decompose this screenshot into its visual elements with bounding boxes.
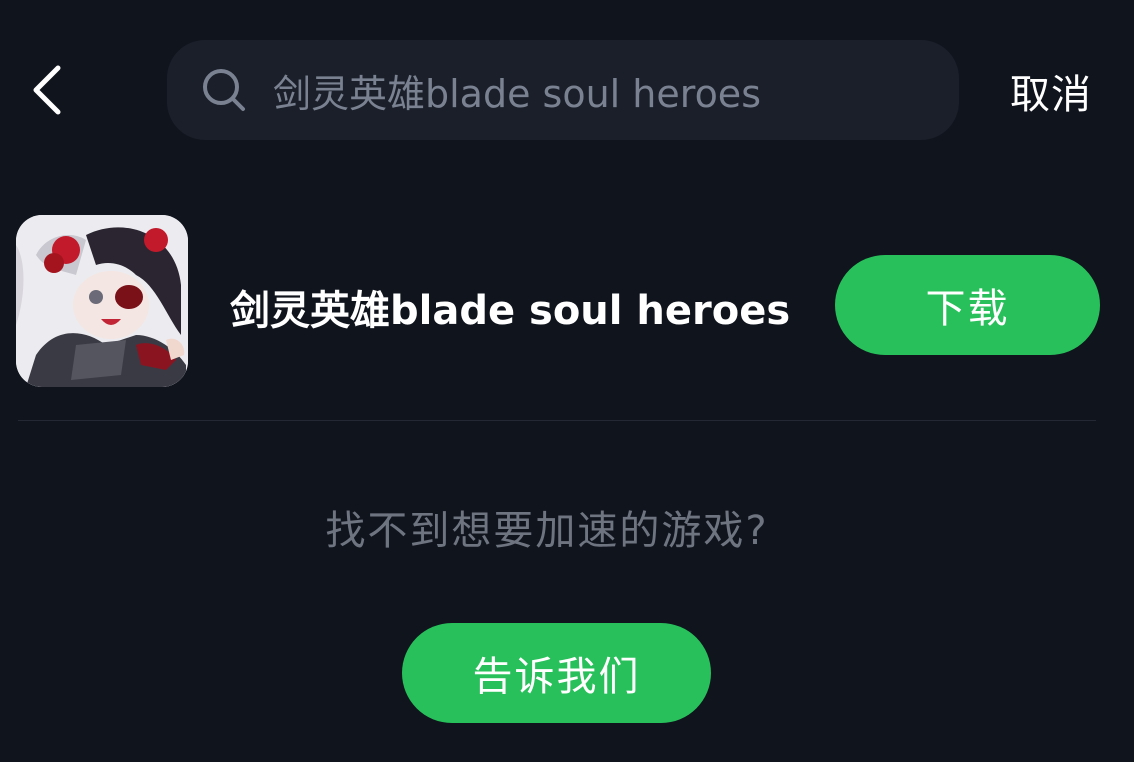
search-result-item[interactable]: 剑灵英雄blade soul heroes 下载 <box>0 200 1134 420</box>
search-icon <box>203 69 245 111</box>
back-button[interactable] <box>26 60 74 120</box>
not-found-hint: 找不到想要加速的游戏? <box>325 508 769 554</box>
game-character-artwork <box>16 215 188 387</box>
cancel-button[interactable]: 取消 <box>1010 62 1092 120</box>
chevron-left-icon <box>33 65 61 115</box>
search-results-page: 取消 <box>0 0 1134 762</box>
tell-us-button[interactable]: 告诉我们 <box>402 623 711 723</box>
app-icon[interactable] <box>16 215 188 387</box>
search-bar[interactable] <box>167 40 959 140</box>
divider <box>18 420 1096 421</box>
search-input[interactable] <box>273 68 913 112</box>
app-title: 剑灵英雄blade soul heroes <box>230 288 791 334</box>
download-button[interactable]: 下载 <box>835 255 1100 355</box>
